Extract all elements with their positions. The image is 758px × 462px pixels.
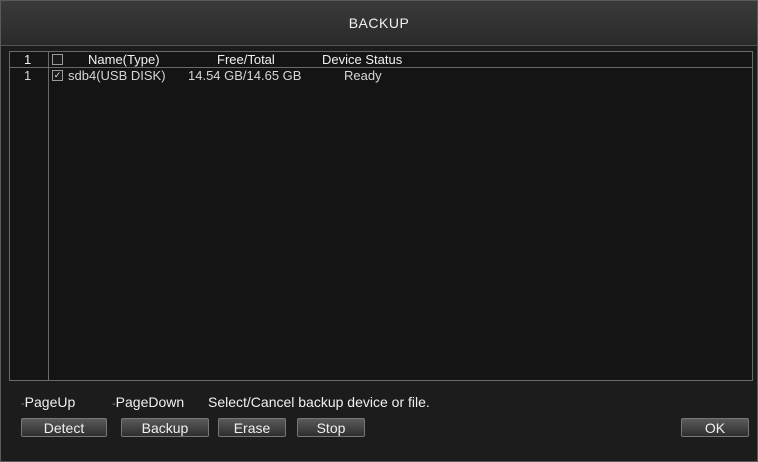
- select-all-checkbox[interactable]: [52, 54, 63, 65]
- page-up-label: PageUp: [24, 394, 76, 410]
- erase-button[interactable]: Erase: [218, 418, 286, 437]
- device-list[interactable]: 1 Name(Type) Free/Total Device Status 1 …: [9, 51, 753, 381]
- row-checkbox[interactable]: ✓: [52, 70, 63, 81]
- detect-button[interactable]: Detect: [21, 418, 107, 437]
- page-down-link[interactable]: -PageDown: [112, 393, 184, 411]
- header-index: 1: [24, 52, 32, 67]
- backup-window: BACKUP 1 Name(Type) Free/Total Device St…: [0, 0, 758, 462]
- list-header: 1 Name(Type) Free/Total Device Status: [10, 52, 752, 68]
- check-mark-icon: ✓: [53, 70, 62, 80]
- page-down-label: PageDown: [115, 394, 185, 410]
- header-device-status: Device Status: [322, 52, 403, 67]
- header-name: Name(Type): [88, 52, 160, 67]
- window-title-text: BACKUP: [348, 15, 410, 31]
- window-title: BACKUP: [1, 1, 757, 46]
- stop-button[interactable]: Stop: [297, 418, 365, 437]
- row-device-status: Ready: [344, 68, 382, 83]
- table-row[interactable]: 1 ✓ sdb4(USB DISK) 14.54 GB/14.65 GB Rea…: [10, 68, 752, 83]
- hint-text: Select/Cancel backup device or file.: [208, 394, 430, 410]
- row-free-total: 14.54 GB/14.65 GB: [188, 68, 302, 83]
- row-device-name: sdb4(USB DISK): [68, 68, 166, 83]
- page-up-link[interactable]: -PageUp: [21, 393, 75, 411]
- header-free-total: Free/Total: [217, 52, 275, 67]
- ok-button[interactable]: OK: [681, 418, 749, 437]
- backup-button[interactable]: Backup: [121, 418, 209, 437]
- column-divider: [48, 52, 49, 380]
- row-index: 1: [24, 68, 32, 83]
